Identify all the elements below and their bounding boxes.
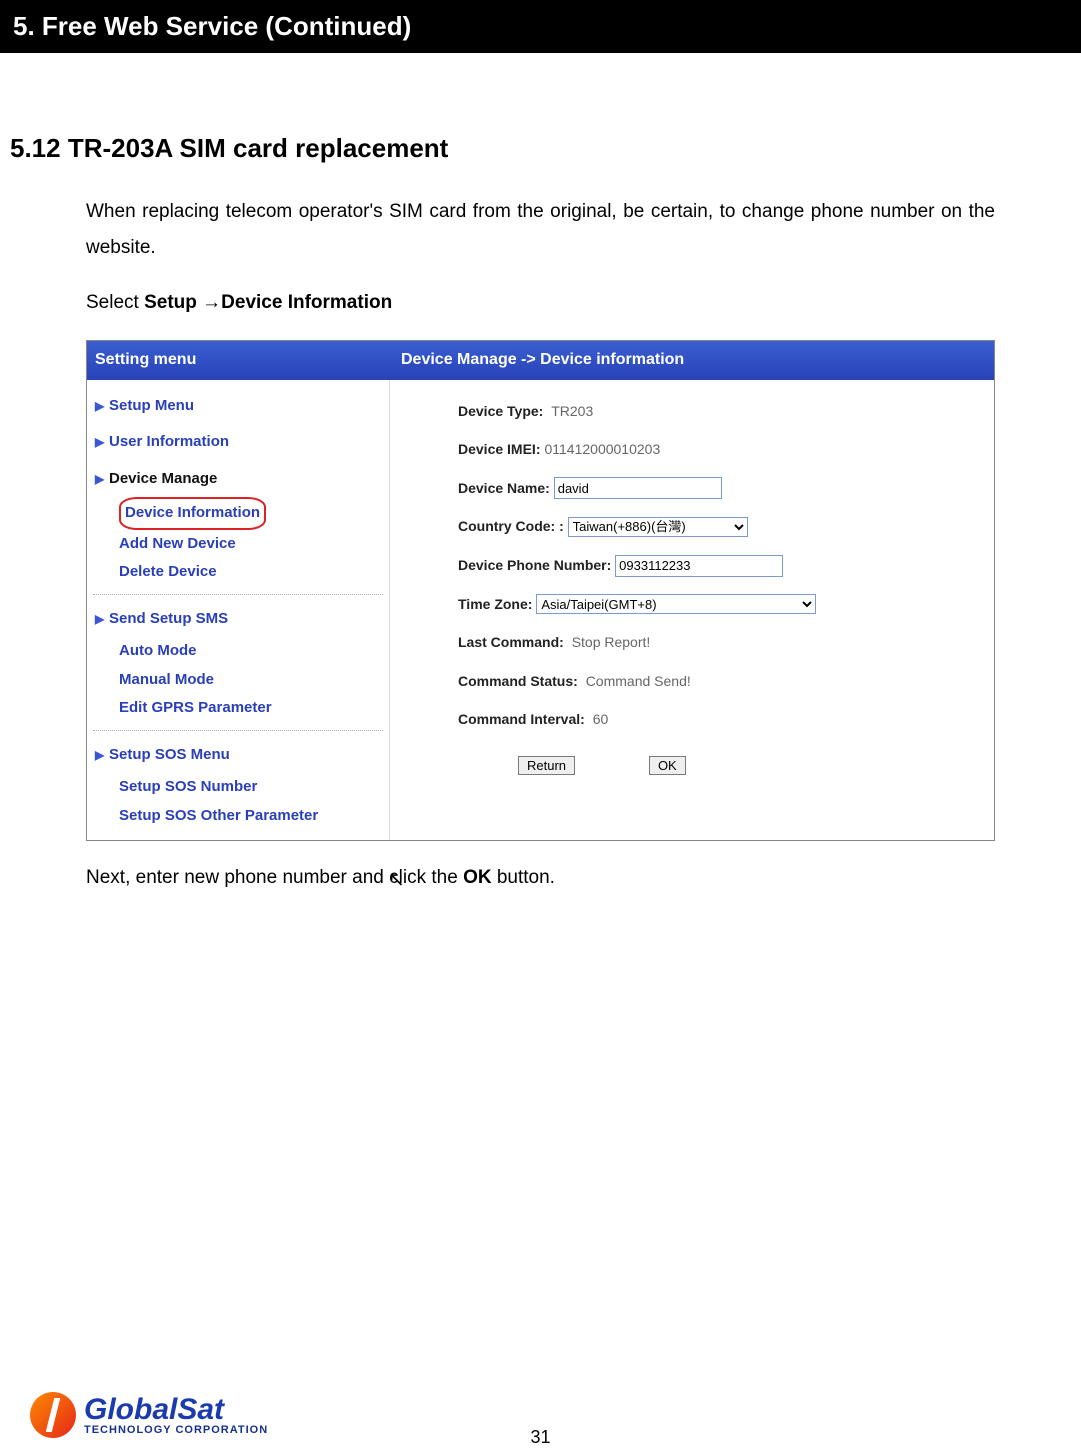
after-bold: OK [463, 867, 492, 888]
time-zone-select[interactable]: Asia/Taipei(GMT+8) [536, 594, 816, 614]
bluebar-right: Device Manage -> Device information [393, 341, 994, 379]
country-code-label: Country Code: : [458, 518, 564, 534]
select-device-info: Device Information [221, 292, 392, 313]
sidebar-item-send-setup-sms[interactable]: ▶Send Setup SMS [93, 603, 383, 636]
sidebar-item-setup-menu[interactable]: ▶Setup Menu [93, 390, 383, 423]
sidebar-item-label: Device Information [125, 504, 260, 521]
command-interval-value: 60 [593, 711, 609, 727]
sidebar-item-label: Setup SOS Menu [109, 746, 230, 763]
chevron-right-icon: ▶ [95, 395, 109, 418]
command-status-row: Command Status: Command Send! [458, 668, 986, 695]
command-status-label: Command Status: [458, 673, 578, 689]
sidebar-item-device-manage[interactable]: ▶Device Manage [93, 463, 383, 496]
select-instruction: Select Setup →Device Information [86, 285, 995, 321]
select-arrow-icon: → [202, 292, 221, 313]
sidebar-item-add-new-device[interactable]: Add New Device [119, 530, 383, 559]
section-banner: 5. Free Web Service (Continued) [0, 0, 1081, 53]
sidebar-item-label: User Information [109, 433, 229, 450]
country-code-row: Country Code: : Taiwan(+886)(台灣) [458, 513, 986, 540]
chevron-right-icon: ▶ [95, 431, 109, 454]
last-command-row: Last Command: Stop Report! [458, 629, 986, 656]
sidebar-item-setup-sos-menu[interactable]: ▶Setup SOS Menu [93, 739, 383, 772]
sidebar-item-label: Send Setup SMS [109, 610, 228, 627]
command-interval-label: Command Interval: [458, 711, 585, 727]
command-status-value: Command Send! [586, 673, 691, 689]
sidebar-item-manual-mode[interactable]: Manual Mode [119, 666, 383, 695]
device-imei-value: 011412000010203 [544, 441, 660, 457]
intro-paragraph: When replacing telecom operator's SIM ca… [86, 194, 995, 266]
device-name-label: Device Name: [458, 480, 550, 496]
device-type-value: TR203 [551, 403, 593, 419]
select-prefix: Select [86, 292, 144, 313]
page-number: 31 [0, 1427, 1081, 1448]
logo-text-top: GlobalSat [84, 1395, 268, 1425]
sidebar-item-delete-device[interactable]: Delete Device [119, 558, 383, 587]
device-name-row: Device Name: [458, 475, 986, 502]
return-button[interactable]: Return [518, 756, 575, 775]
after-paragraph: Next, enter new phone number and click t… [86, 860, 995, 896]
bluebar-left: Setting menu [87, 341, 393, 379]
content-panel: Device Type: TR203 Device IMEI:011412000… [390, 380, 994, 841]
last-command-value: Stop Report! [572, 634, 651, 650]
device-phone-label: Device Phone Number: [458, 557, 611, 573]
select-setup: Setup [144, 292, 202, 313]
sidebar-item-label: Setup Menu [109, 397, 194, 414]
last-command-label: Last Command: [458, 634, 564, 650]
button-row: Return OK [518, 747, 986, 783]
sidebar: ▶Setup Menu ▶User Information ▶Device Ma… [87, 380, 390, 841]
chevron-right-icon: ▶ [95, 744, 109, 767]
sidebar-item-setup-sos-other[interactable]: Setup SOS Other Parameter [119, 802, 383, 831]
sidebar-item-auto-mode[interactable]: Auto Mode [119, 637, 383, 666]
sidebar-item-label: Device Manage [109, 470, 217, 487]
chevron-right-icon: ▶ [95, 608, 109, 631]
after-prefix: Next, enter new phone number and click t… [86, 867, 463, 888]
time-zone-row: Time Zone: Asia/Taipei(GMT+8) [458, 591, 986, 618]
ok-button[interactable]: OK [649, 756, 686, 775]
after-suffix: button. [492, 867, 555, 888]
chevron-right-icon: ▶ [95, 468, 109, 491]
cursor-icon: ↖ [388, 869, 405, 891]
highlight-circle-icon: Device Information [119, 497, 266, 530]
device-phone-row: Device Phone Number: [458, 552, 986, 579]
device-phone-input[interactable] [615, 555, 783, 577]
sidebar-item-edit-gprs[interactable]: Edit GPRS Parameter [119, 694, 383, 723]
divider [93, 593, 383, 595]
device-name-input[interactable] [554, 477, 722, 499]
sidebar-item-setup-sos-number[interactable]: Setup SOS Number [119, 773, 383, 802]
device-imei-label: Device IMEI: [458, 441, 540, 457]
screenshot-panel: Setting menu Device Manage -> Device inf… [86, 340, 995, 841]
time-zone-label: Time Zone: [458, 596, 532, 612]
section-heading: 5.12 TR-203A SIM card replacement [0, 133, 1081, 164]
divider [93, 729, 383, 731]
device-type-label: Device Type: [458, 403, 543, 419]
country-code-select[interactable]: Taiwan(+886)(台灣) [568, 517, 748, 537]
device-type-row: Device Type: TR203 [458, 398, 986, 425]
sidebar-item-device-info[interactable]: Device Information [119, 497, 383, 530]
sidebar-item-user-info[interactable]: ▶User Information [93, 426, 383, 459]
device-imei-row: Device IMEI:011412000010203 [458, 436, 986, 463]
command-interval-row: Command Interval: 60 [458, 706, 986, 733]
